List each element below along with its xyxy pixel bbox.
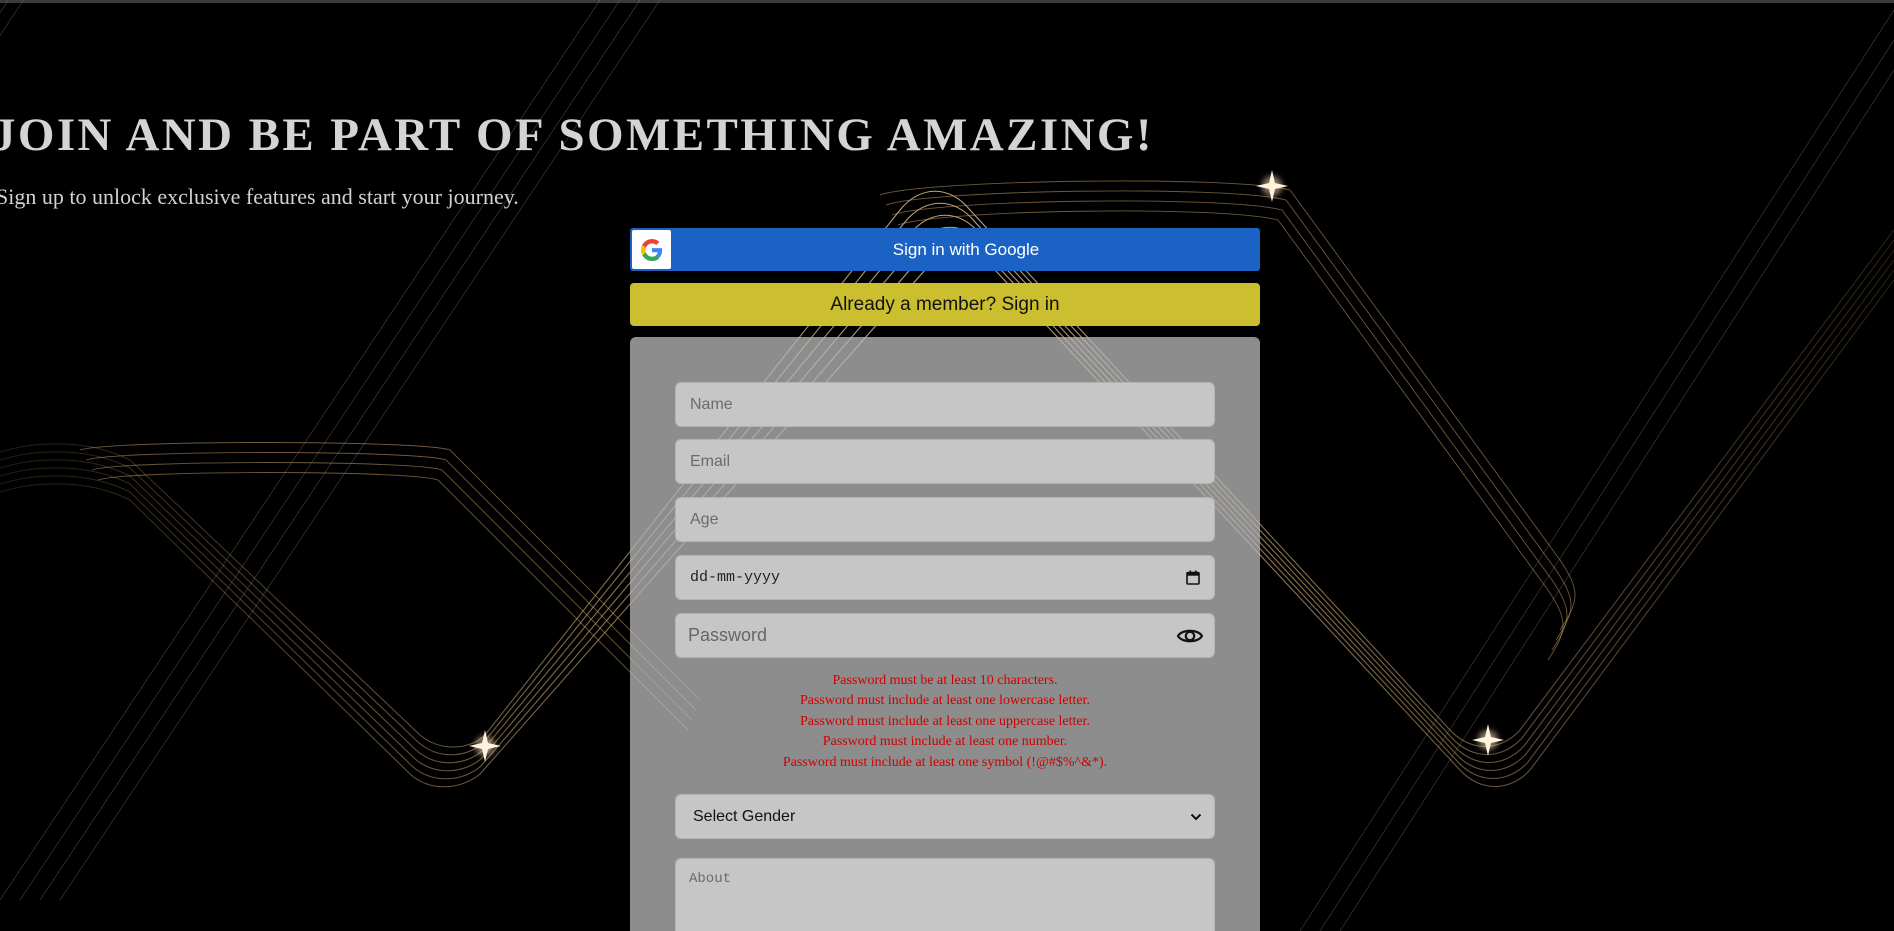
chevron-down-icon [1190, 808, 1202, 826]
signup-form-card: dd-mm-yyyy Password must be at leas [630, 337, 1260, 931]
password-error-message: Password must include at least one lower… [799, 693, 1091, 709]
page-subtitle: Sign up to unlock exclusive features and… [0, 184, 519, 209]
calendar-icon[interactable] [1186, 570, 1200, 585]
birthdate-placeholder: dd-mm-yyyy [690, 569, 781, 586]
password-input[interactable] [688, 625, 1128, 646]
email-input[interactable] [675, 439, 1215, 484]
password-error-message: Password must include at least one symbo… [782, 754, 1108, 770]
google-signin-button[interactable]: Sign in with Google [630, 228, 1260, 271]
about-textarea[interactable] [675, 858, 1215, 931]
page-title: JOIN AND BE PART OF SOMETHING AMAZING! [0, 109, 1154, 161]
google-signin-label: Sign in with Google [892, 239, 1040, 259]
gender-select[interactable]: Select Gender [675, 794, 1215, 839]
password-error-message: Password must be at least 10 characters. [832, 673, 1058, 688]
birthdate-input[interactable]: dd-mm-yyyy [675, 555, 1215, 600]
google-g-icon [632, 230, 671, 269]
password-error-message: Password must include at least one upper… [799, 713, 1091, 729]
signup-page: JOIN AND BE PART OF SOMETHING AMAZING! S… [0, 0, 1894, 931]
name-input[interactable] [675, 382, 1215, 427]
password-field[interactable] [675, 613, 1215, 658]
password-error-list: Password must be at least 10 characters.… [630, 671, 1260, 773]
age-input[interactable] [675, 497, 1215, 542]
password-error-message: Password must include at least one numbe… [822, 734, 1068, 750]
gender-select-value: Select Gender [693, 807, 796, 825]
already-member-signin-button[interactable]: Already a member? Sign in [630, 283, 1260, 326]
eye-icon[interactable] [1176, 626, 1204, 646]
